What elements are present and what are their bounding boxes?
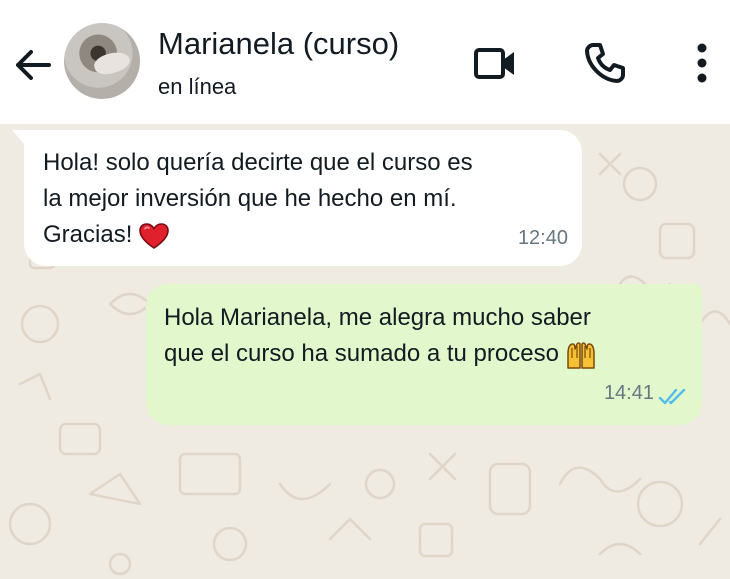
message-text: Hola! solo quería decirte que el curso e… bbox=[43, 145, 564, 253]
message-line: que el curso ha sumado a tu proceso bbox=[164, 336, 684, 372]
back-button[interactable] bbox=[12, 44, 54, 86]
more-vertical-icon bbox=[697, 43, 707, 83]
chat-area[interactable]: Hola! solo quería decirte que el curso e… bbox=[0, 124, 730, 579]
red-heart-emoji-icon bbox=[139, 222, 170, 249]
arrow-left-icon bbox=[16, 50, 51, 80]
voice-call-button[interactable] bbox=[578, 36, 632, 90]
phone-icon bbox=[585, 43, 625, 83]
message-time: 12:40 bbox=[517, 227, 568, 249]
raising-hands-emoji-icon bbox=[567, 341, 595, 369]
message-line-text: que el curso ha sumado a tu proceso bbox=[164, 340, 559, 367]
message-bubble-outgoing[interactable]: Hola Marianela, me alegra mucho saber qu… bbox=[146, 284, 702, 425]
message-bubble-incoming[interactable]: Hola! solo quería decirte que el curso e… bbox=[12, 130, 582, 266]
message-line: Gracias! bbox=[43, 217, 564, 253]
avatar[interactable] bbox=[64, 23, 140, 99]
contact-name[interactable]: Marianela (curso) bbox=[158, 26, 399, 62]
chat-header: Marianela (curso) en línea bbox=[0, 0, 730, 124]
message-line: la mejor inversión que he hecho en mí. bbox=[43, 185, 457, 212]
video-call-button[interactable] bbox=[468, 36, 522, 90]
contact-status: en línea bbox=[158, 74, 237, 99]
message-line: Hola! solo quería decirte que el curso e… bbox=[43, 149, 473, 176]
message-line-text: Gracias! bbox=[43, 221, 133, 248]
double-check-icon bbox=[658, 388, 686, 405]
message-time: 14:41 bbox=[603, 382, 654, 404]
message-line: Hola Marianela, me alegra mucho saber bbox=[164, 304, 591, 331]
menu-button[interactable] bbox=[676, 36, 728, 90]
video-camera-icon bbox=[474, 48, 514, 79]
message-text: Hola Marianela, me alegra mucho saber qu… bbox=[164, 300, 684, 372]
